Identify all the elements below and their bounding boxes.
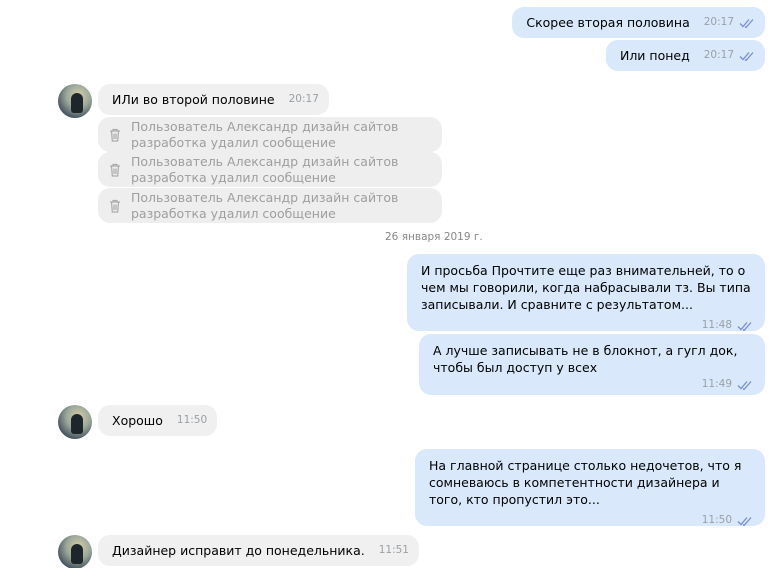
message-text: На главной странице столько недочетов, ч… xyxy=(429,458,742,507)
message-text: ИЛи во второй половине xyxy=(112,92,275,107)
avatar[interactable] xyxy=(58,84,92,118)
message-time: 20:17 xyxy=(703,49,734,61)
message-bubble-outgoing[interactable]: На главной странице столько недочетов, ч… xyxy=(415,449,765,526)
deleted-message-text: Пользователь Александр дизайн сайтов раз… xyxy=(131,118,399,150)
date-separator: 26 января 2019 г. xyxy=(385,231,483,243)
message-bubble-incoming[interactable]: ИЛи во второй половине 20:17 xyxy=(98,84,329,115)
trash-icon xyxy=(110,163,120,177)
deleted-message: Пользователь Александр дизайн сайтов раз… xyxy=(98,152,442,187)
message-text: И просьба Прочтите еще раз внимательней,… xyxy=(421,263,751,312)
message-text: Хорошо xyxy=(112,413,163,428)
double-check-icon xyxy=(737,516,752,526)
deleted-message-text: Пользователь Александр дизайн сайтов раз… xyxy=(131,153,399,185)
message-text: Дизайнер исправит до понедельника. xyxy=(112,543,365,558)
message-bubble-outgoing[interactable]: И просьба Прочтите еще раз внимательней,… xyxy=(407,254,765,331)
message-time: 20:17 xyxy=(703,16,734,28)
avatar[interactable] xyxy=(58,535,92,568)
message-time: 11:50 xyxy=(701,514,732,526)
double-check-icon xyxy=(739,18,754,28)
double-check-icon xyxy=(739,51,754,61)
message-bubble-incoming[interactable]: Дизайнер исправит до понедельника. 11:51 xyxy=(98,535,419,566)
deleted-message-text: Пользователь Александр дизайн сайтов раз… xyxy=(131,189,399,221)
message-bubble-outgoing[interactable]: А лучше записывать не в блокнот, а гугл … xyxy=(419,334,765,395)
message-meta: 11:50 xyxy=(429,512,753,529)
trash-icon xyxy=(110,128,120,142)
double-check-icon xyxy=(737,380,752,390)
message-meta: 11:49 xyxy=(433,376,753,393)
message-meta: 11:48 xyxy=(421,317,753,334)
message-bubble-incoming[interactable]: Хорошо 11:50 xyxy=(98,405,218,436)
message-time: 20:17 xyxy=(288,93,319,105)
message-time: 11:50 xyxy=(176,414,208,426)
message-bubble-outgoing[interactable]: Скорее вторая половина 20:17 xyxy=(512,7,765,38)
double-check-icon xyxy=(737,321,752,331)
deleted-message: Пользователь Александр дизайн сайтов раз… xyxy=(98,117,442,152)
message-text: А лучше записывать не в блокнот, а гугл … xyxy=(433,343,738,375)
trash-icon xyxy=(110,199,120,213)
message-text: Или понед xyxy=(619,48,690,63)
message-bubble-outgoing[interactable]: Или понед 20:17 xyxy=(605,40,765,71)
deleted-message: Пользователь Александр дизайн сайтов раз… xyxy=(98,188,442,223)
message-text: Скорее вторая половина xyxy=(526,15,690,30)
avatar[interactable] xyxy=(58,405,92,439)
message-time: 11:51 xyxy=(378,544,409,556)
message-time: 11:49 xyxy=(701,378,732,390)
message-time: 11:48 xyxy=(701,319,732,331)
